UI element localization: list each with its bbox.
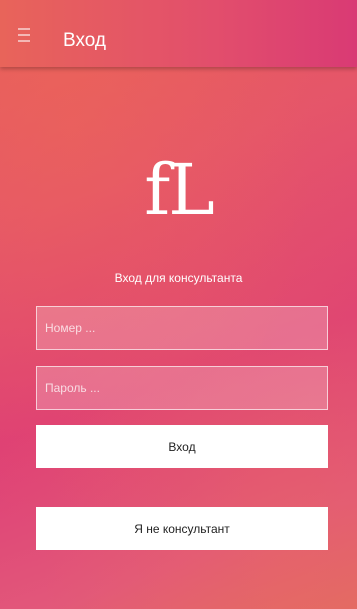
menu-icon-line (18, 40, 30, 42)
number-input[interactable] (36, 306, 328, 350)
menu-icon-line (18, 34, 30, 36)
login-subtitle: Вход для консультанта (114, 271, 243, 285)
app-logo: fL (144, 149, 214, 231)
app-bar: Вход (0, 0, 357, 67)
login-button[interactable]: Вход (36, 425, 328, 468)
menu-icon[interactable] (18, 28, 32, 42)
password-input[interactable] (36, 366, 328, 410)
menu-icon-line (18, 28, 30, 30)
not-consultant-button[interactable]: Я не консультант (36, 507, 328, 550)
page-title: Вход (63, 30, 106, 51)
